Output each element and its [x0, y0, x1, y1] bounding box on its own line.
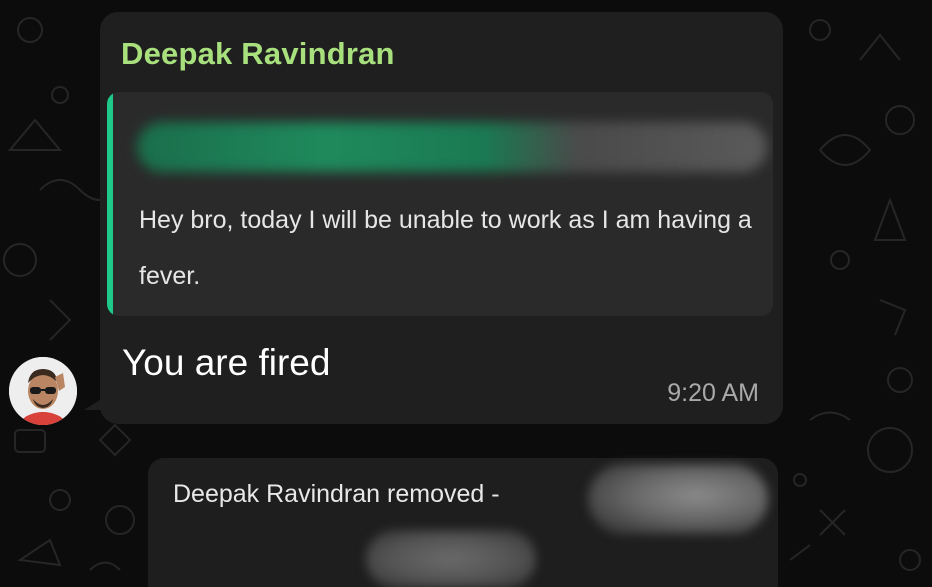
- quote-accent-bar: [107, 92, 113, 316]
- message-bubble[interactable]: Deepak Ravindran Hey bro, today I will b…: [100, 12, 783, 424]
- message-text: You are fired: [122, 342, 331, 383]
- system-message: Deepak Ravindran removed -: [148, 458, 778, 587]
- quoted-message[interactable]: Hey bro, today I will be unable to work …: [107, 92, 773, 316]
- system-message-text: Deepak Ravindran removed -: [173, 480, 500, 508]
- message-timestamp: 9:20 AM: [667, 379, 759, 407]
- redacted-member-name-continued: [366, 530, 536, 587]
- redacted-member-name: [588, 464, 768, 534]
- sender-name[interactable]: Deepak Ravindran: [121, 36, 395, 72]
- chat-background: Deepak Ravindran Hey bro, today I will b…: [0, 0, 932, 587]
- profile-photo-icon: [9, 357, 77, 425]
- bubble-tail: [84, 396, 106, 410]
- redacted-quoted-sender: [137, 122, 767, 172]
- quoted-message-text: Hey bro, today I will be unable to work …: [139, 206, 752, 290]
- avatar[interactable]: [9, 357, 77, 425]
